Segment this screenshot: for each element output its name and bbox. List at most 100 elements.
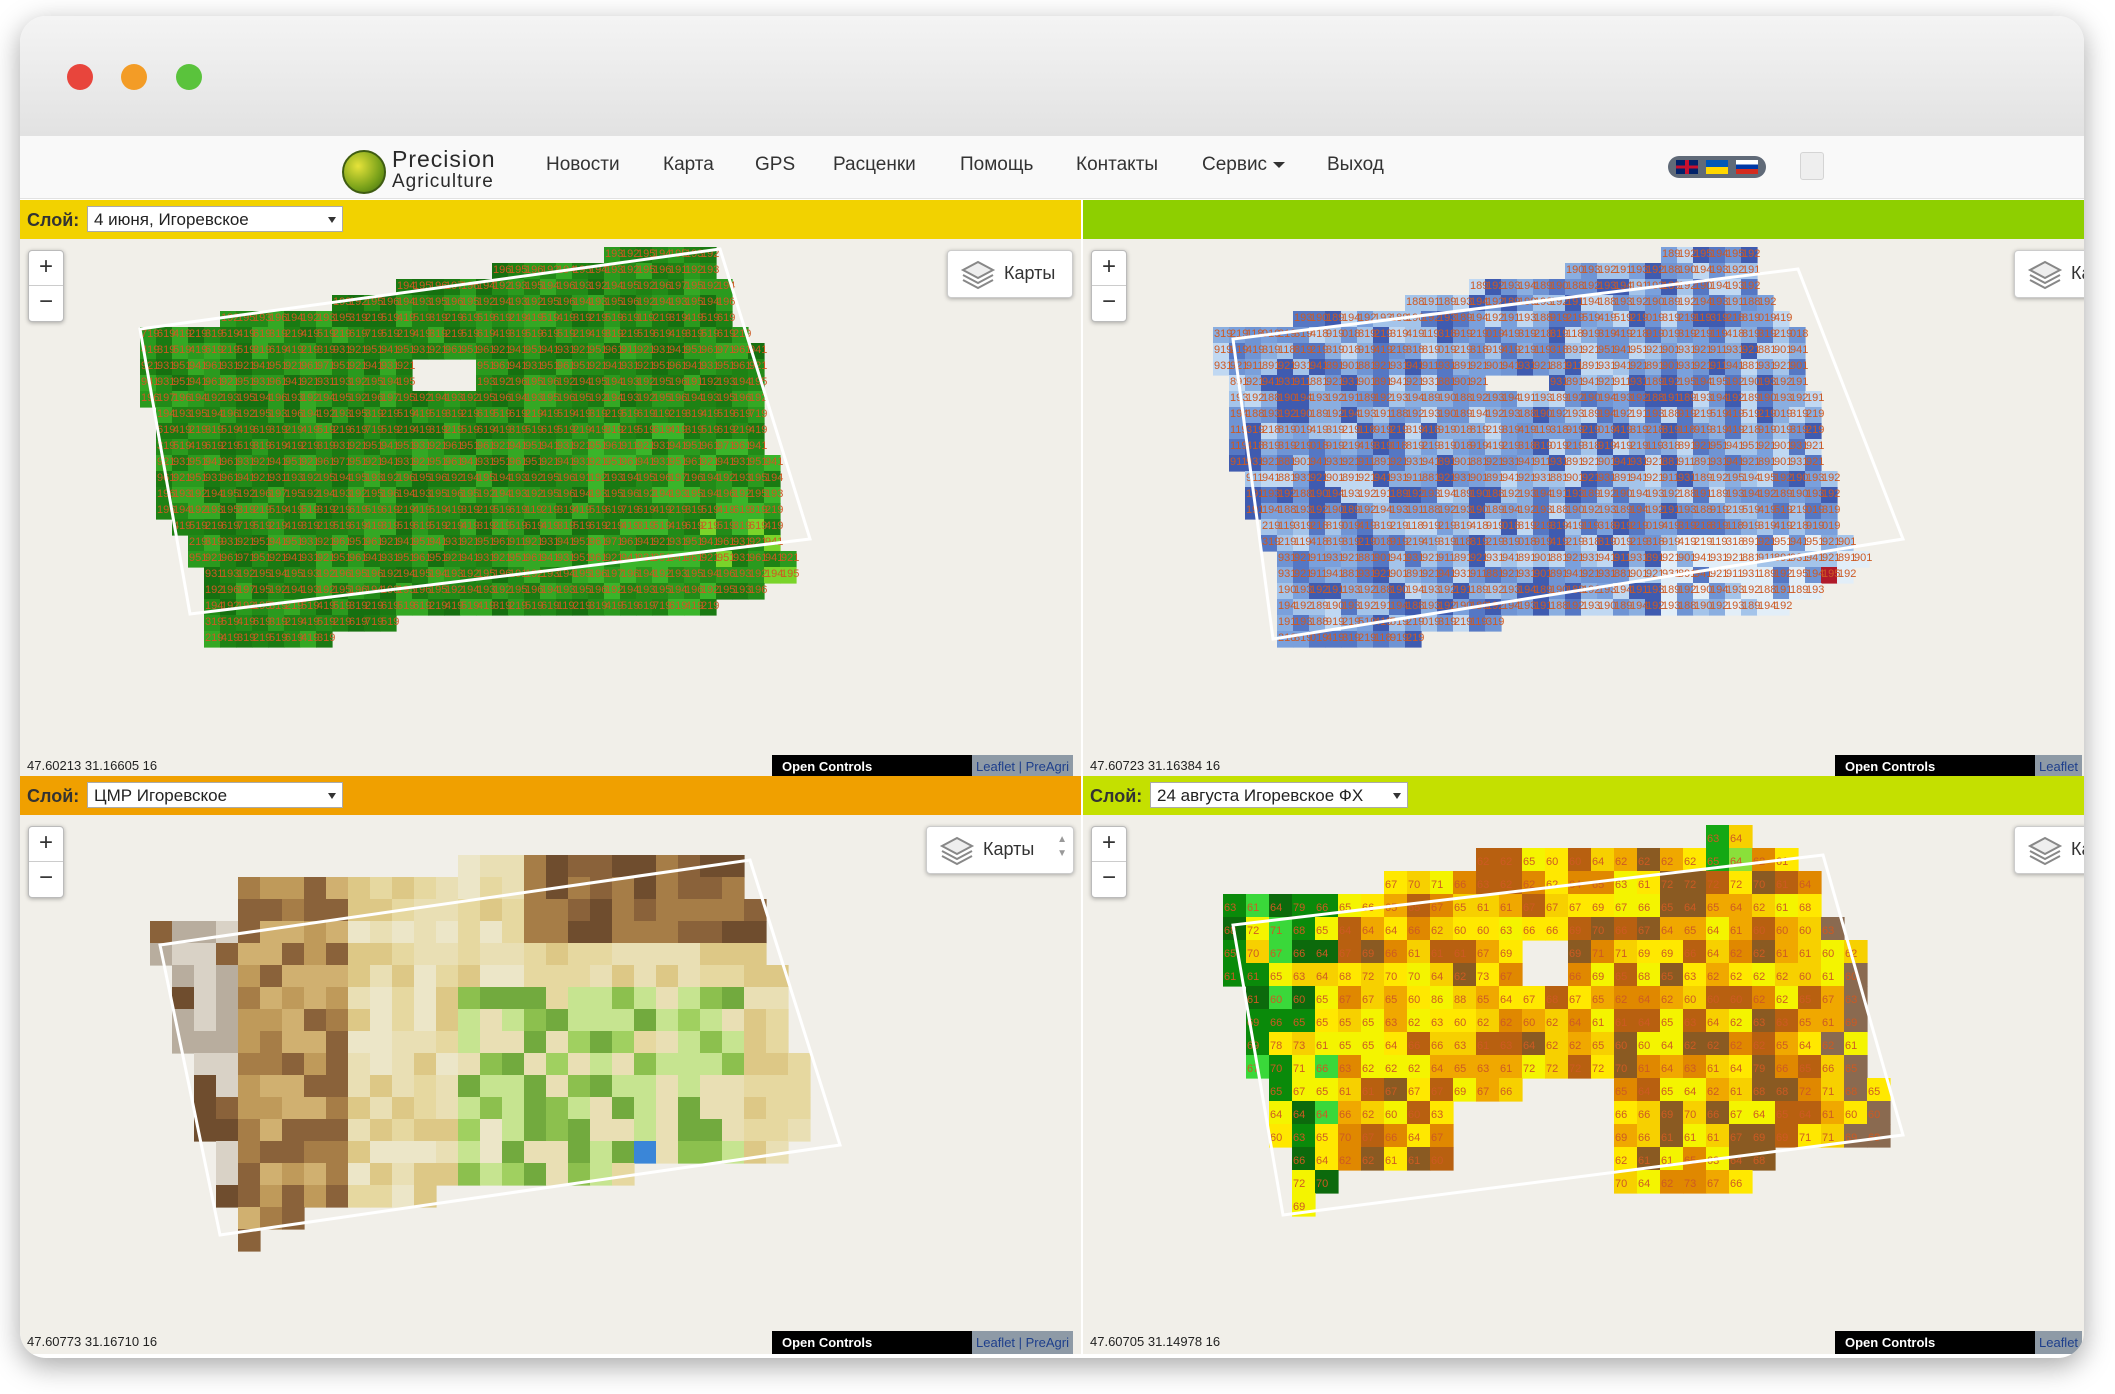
green-dot-icon[interactable] xyxy=(176,64,202,90)
cell-label: 68 xyxy=(1546,994,1558,1006)
open-controls-button[interactable]: Open Controls xyxy=(1835,755,2035,778)
cell-label: 62 xyxy=(1753,971,1765,983)
layer-select[interactable]: 24 августа Игоревское ФХ xyxy=(1150,782,1408,808)
maps-layers-button[interactable]: Карты xyxy=(947,250,1073,298)
raster-cell xyxy=(568,965,591,988)
raster-cell xyxy=(370,965,393,988)
raster-cell xyxy=(480,899,503,922)
raster-cell xyxy=(216,1141,239,1164)
maps-layers-button[interactable]: Ка xyxy=(2014,826,2084,874)
zoom-in-button[interactable]: + xyxy=(29,827,63,861)
raster-cell xyxy=(414,1163,437,1186)
map-area-1[interactable]: 193 192 195 194 195 193 192 196 195 196 192 194 195 1… xyxy=(20,239,1081,778)
cell-label: 65 xyxy=(1707,902,1719,914)
map-attribution[interactable]: Leaflet xyxy=(2035,755,2083,778)
top-navbar: Precision Agriculture Новости Карта GPS … xyxy=(20,136,2084,199)
raster-cell xyxy=(590,987,613,1010)
nav-item-service[interactable]: Сервис xyxy=(1202,154,1286,176)
cell-label: 66 xyxy=(1385,948,1397,960)
map-area-4[interactable]: 63 64 62 62 65 60 60 64 62 62 62 62 65 64 62 61 67 70 71 66… xyxy=(1083,815,2084,1354)
open-controls-button[interactable]: Open Controls xyxy=(1835,1331,2035,1354)
nav-item-gps[interactable]: GPS xyxy=(755,154,795,176)
raster-cell xyxy=(480,1119,503,1142)
cell-label: 65 xyxy=(1868,1086,1880,1098)
raster-cell xyxy=(436,1053,459,1076)
raster-cell xyxy=(348,1009,371,1032)
maps-layers-button[interactable]: Карты ▲ ▼ xyxy=(926,826,1074,874)
map-attribution[interactable]: Leaflet | PreAgri xyxy=(972,1331,1073,1354)
layers-icon xyxy=(960,260,996,290)
map-attribution[interactable]: Leaflet | PreAgri xyxy=(972,755,1073,778)
zoom-in-button[interactable]: + xyxy=(1092,251,1126,285)
map-area-2[interactable]: 189 192 195 194 195 192 190 193 192 191 193 192 188 1… xyxy=(1083,239,2084,778)
zoom-out-button[interactable]: − xyxy=(1092,862,1126,896)
cell-label: 70 xyxy=(1270,1063,1282,1075)
nav-item-news[interactable]: Новости xyxy=(546,154,620,176)
cell-label: 61 xyxy=(1247,902,1259,914)
raster-cell xyxy=(370,921,393,944)
scroll-arrows-icon[interactable]: ▲ ▼ xyxy=(1057,833,1067,861)
cell-label: 60 xyxy=(1408,1109,1420,1121)
raster-cell xyxy=(436,1097,459,1120)
cell-label: 63 xyxy=(1684,1063,1696,1075)
layer-select[interactable]: ЦМР Игоревское xyxy=(87,782,343,808)
cell-label: 62 xyxy=(1362,1155,1374,1167)
zoom-in-button[interactable]: + xyxy=(1092,827,1126,861)
zoom-out-button[interactable]: − xyxy=(1092,286,1126,320)
map-area-3[interactable]: + − Карты ▲ ▼ 47.60773 31.16710 16 Open C… xyxy=(20,815,1081,1354)
nav-item-contacts[interactable]: Контакты xyxy=(1076,154,1158,176)
cell-label: 61 xyxy=(1776,902,1788,914)
zoom-out-button[interactable]: − xyxy=(29,862,63,896)
cell-label: 72 xyxy=(1546,1063,1558,1075)
cell-label: 64 xyxy=(1523,1040,1535,1052)
cell-label: 66 xyxy=(1822,1063,1834,1075)
ru-flag-icon[interactable] xyxy=(1736,160,1758,174)
layer-label: Слой: xyxy=(27,786,80,806)
cell-label: 79 xyxy=(1293,902,1305,914)
raster-cell xyxy=(502,1119,525,1142)
maps-layers-button[interactable]: Ка xyxy=(2014,250,2084,298)
raster-cell xyxy=(612,921,635,944)
nav-item-map[interactable]: Карта xyxy=(663,154,714,176)
raster-cell xyxy=(590,1031,613,1054)
cell-label: 911 xyxy=(1230,456,1248,468)
cell-label: 901 xyxy=(1790,360,1808,372)
map-attribution[interactable]: Leaflet xyxy=(2035,1331,2083,1354)
cell-label: 66 xyxy=(1707,1109,1719,1121)
cell-label: 019 xyxy=(1822,520,1840,532)
raster-cell xyxy=(282,1119,305,1142)
raster-cell xyxy=(260,1009,283,1032)
cell-label: 62 xyxy=(1730,1017,1742,1029)
logo-text-line2: Agriculture xyxy=(392,171,494,192)
ua-flag-icon[interactable] xyxy=(1706,160,1728,174)
cell-label: 64 xyxy=(1661,1063,1673,1075)
cell-label: 921 xyxy=(1470,376,1488,388)
settings-checkbox[interactable] xyxy=(1800,152,1824,180)
yellow-dot-icon[interactable] xyxy=(121,64,147,90)
raster-cell xyxy=(656,1119,679,1142)
raster-cell xyxy=(634,943,657,966)
nav-item-help[interactable]: Помощь xyxy=(960,154,1033,176)
uk-flag-icon[interactable] xyxy=(1676,160,1698,174)
raster-cell xyxy=(546,987,569,1010)
cell-label: 65 xyxy=(1339,1017,1351,1029)
raster-cell xyxy=(722,877,745,900)
red-dot-icon[interactable] xyxy=(67,64,93,90)
raster-cell xyxy=(238,943,261,966)
layer-select[interactable]: 4 июня, Игоревское xyxy=(87,206,343,232)
cell-label: 911 xyxy=(1246,360,1264,372)
map-panel-3: + − Карты ▲ ▼ 47.60773 31.16710 16 Open C… xyxy=(20,776,1081,1354)
raster-cell xyxy=(744,965,767,988)
raster-cell xyxy=(348,1185,371,1208)
raster-cell xyxy=(282,899,305,922)
raster-cell xyxy=(700,1053,723,1076)
nav-item-logout[interactable]: Выход xyxy=(1327,154,1384,176)
open-controls-button[interactable]: Open Controls xyxy=(772,1331,972,1354)
zoom-out-button[interactable]: − xyxy=(29,286,63,320)
cell-label: 70 xyxy=(1592,925,1604,937)
nav-item-prices[interactable]: Расценки xyxy=(833,154,916,176)
cell-label: 60 xyxy=(1845,1109,1857,1121)
cell-label: 911 xyxy=(1294,376,1312,388)
zoom-in-button[interactable]: + xyxy=(29,251,63,285)
open-controls-button[interactable]: Open Controls xyxy=(772,755,972,778)
